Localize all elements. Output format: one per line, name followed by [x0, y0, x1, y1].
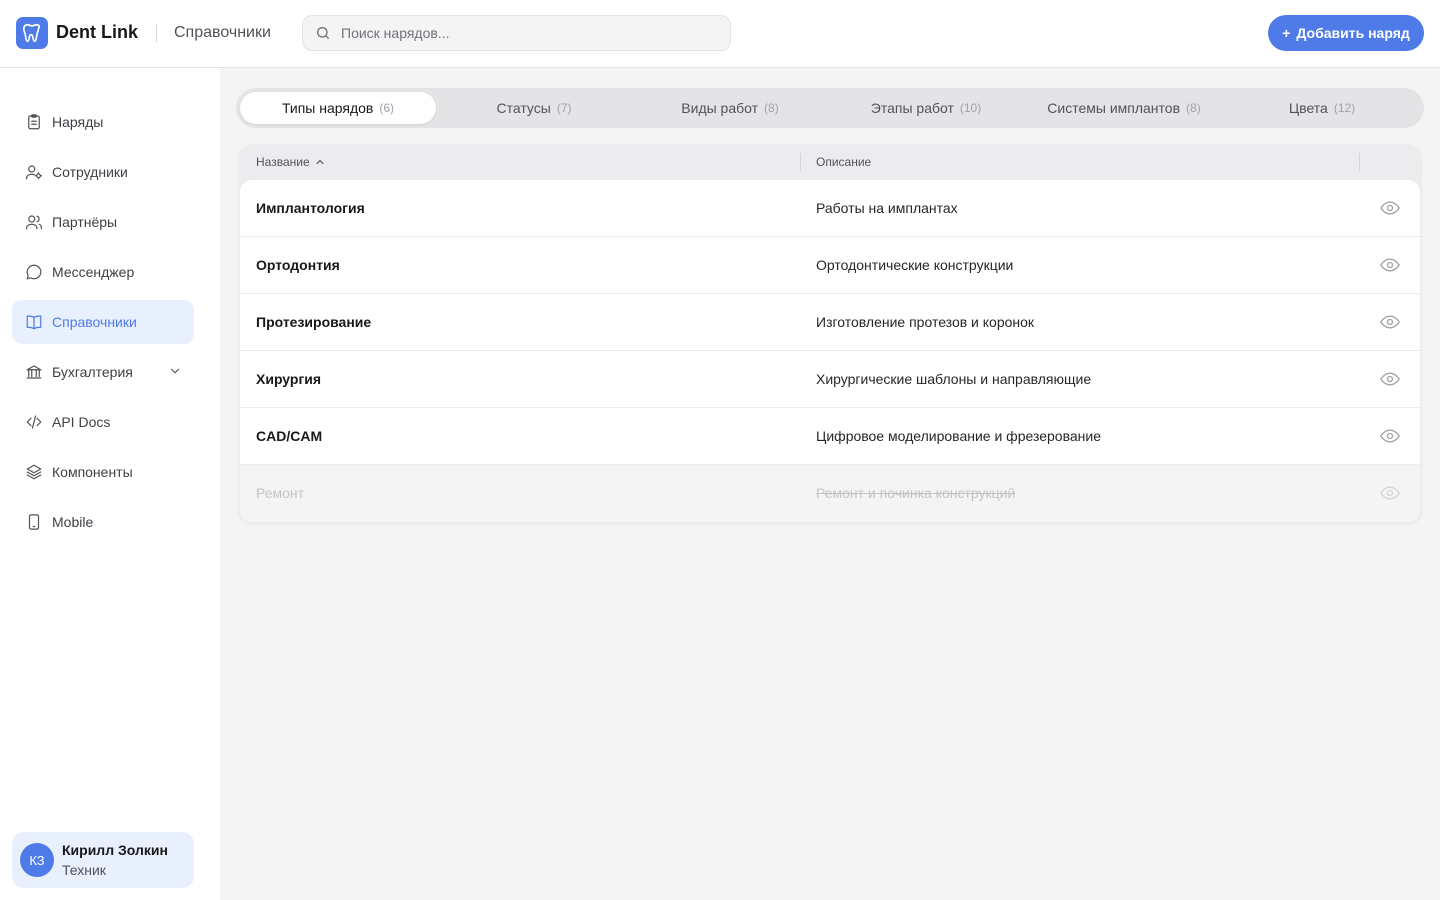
user-gear-icon	[24, 162, 44, 182]
tab-count: (8)	[1186, 101, 1201, 115]
header-divider	[156, 24, 157, 42]
sidebar-item-label: Сотрудники	[52, 164, 128, 180]
tab-statuses[interactable]: Статусы (7)	[436, 92, 632, 124]
sidebar-item-label: Наряды	[52, 114, 104, 130]
add-order-button[interactable]: + Добавить наряд	[1268, 15, 1424, 51]
tab-label: Этапы работ	[870, 100, 954, 116]
table-row[interactable]: Имплантология Работы на имплантах	[240, 180, 1420, 237]
user-card[interactable]: КЗ Кирилл Золкин Техник	[12, 832, 194, 888]
tab-label: Цвета	[1288, 100, 1328, 116]
sidebar-item-label: API Docs	[52, 414, 111, 430]
code-icon	[24, 412, 44, 432]
row-description: Работы на имплантах	[816, 200, 958, 216]
column-header-name[interactable]: Название	[256, 155, 326, 169]
tab-colors[interactable]: Цвета (12)	[1224, 92, 1420, 124]
sidebar-item-label: Mobile	[52, 514, 94, 530]
table-row-disabled[interactable]: Ремонт Ремонт и починка конструкций	[240, 465, 1420, 522]
table-header: Название Описание	[238, 144, 1422, 180]
tab-count: (8)	[764, 101, 779, 115]
table-row[interactable]: Хирургия Хирургические шаблоны и направл…	[240, 351, 1420, 408]
tab-label: Типы нарядов	[281, 100, 374, 116]
avatar: КЗ	[20, 843, 54, 877]
phone-icon	[24, 512, 44, 532]
sidebar-item-employees[interactable]: Сотрудники	[12, 150, 194, 194]
tab-order-types[interactable]: Типы нарядов (6)	[240, 92, 436, 124]
sidebar-item-label: Партнёры	[52, 214, 118, 230]
row-description: Цифровое моделирование и фрезерование	[816, 428, 1101, 444]
clipboard-icon	[24, 112, 44, 132]
row-description: Ремонт и починка конструкций	[816, 485, 1016, 501]
sidebar: Наряды Сотрудники Партнёры Мессенджер Сп…	[0, 68, 220, 900]
sidebar-item-components[interactable]: Компоненты	[12, 450, 194, 494]
tab-count: (7)	[556, 101, 572, 115]
eye-icon[interactable]	[1380, 371, 1400, 387]
row-name: Протезирование	[256, 314, 372, 330]
sidebar-item-references[interactable]: Справочники	[12, 300, 194, 344]
search-box[interactable]	[302, 15, 731, 51]
eye-icon[interactable]	[1380, 485, 1400, 501]
tab-work-types[interactable]: Виды работ (8)	[632, 92, 828, 124]
layers-icon	[24, 462, 44, 482]
row-name: CAD/CAM	[256, 428, 323, 444]
row-name: Хирургия	[256, 371, 322, 387]
search-icon	[317, 27, 329, 39]
column-header-description[interactable]: Описание	[816, 155, 871, 169]
tab-label: Виды работ	[681, 100, 759, 116]
chat-icon	[24, 262, 44, 282]
column-label: Название	[256, 155, 310, 169]
bank-icon	[24, 362, 44, 382]
row-description: Ортодонтические конструкции	[816, 257, 1014, 273]
sidebar-item-label: Справочники	[52, 314, 137, 330]
tab-implant-systems[interactable]: Системы имплантов (8)	[1024, 92, 1224, 124]
table-row[interactable]: Ортодонтия Ортодонтические конструкции	[240, 237, 1420, 294]
row-description: Изготовление протезов и коронок	[816, 314, 1035, 330]
row-name: Ремонт	[256, 485, 305, 501]
add-order-label: Добавить наряд	[1296, 25, 1410, 41]
tab-count: (6)	[379, 101, 395, 115]
row-description: Хирургические шаблоны и направляющие	[816, 371, 1092, 387]
book-icon	[24, 312, 44, 332]
sidebar-item-label: Бухгалтерия	[52, 364, 133, 380]
tab-label: Системы имплантов	[1047, 100, 1181, 116]
sidebar-item-api-docs[interactable]: API Docs	[12, 400, 194, 444]
row-name: Ортодонтия	[256, 257, 340, 273]
table-row[interactable]: CAD/CAM Цифровое моделирование и фрезеро…	[240, 408, 1420, 465]
tooth-logo-icon[interactable]	[16, 17, 48, 49]
eye-icon[interactable]	[1380, 257, 1400, 273]
sidebar-item-mobile[interactable]: Mobile	[12, 500, 194, 544]
sidebar-item-partners[interactable]: Партнёры	[12, 200, 194, 244]
users-icon	[24, 212, 44, 232]
table-body: Имплантология Работы на имплантах Ортодо…	[240, 180, 1420, 522]
sidebar-item-orders[interactable]: Наряды	[12, 100, 194, 144]
order-types-table: Название Описание Имплантология Работы н…	[238, 144, 1422, 524]
sidebar-item-accounting[interactable]: Бухгалтерия	[12, 350, 194, 394]
user-name: Кирилл Золкин	[62, 842, 168, 858]
section-title: Справочники	[174, 24, 271, 41]
sidebar-item-label: Мессенджер	[52, 264, 135, 280]
plus-icon: +	[1282, 25, 1291, 41]
sidebar-item-label: Компоненты	[52, 464, 133, 480]
sort-asc-icon	[316, 159, 324, 165]
tab-count: (12)	[1333, 101, 1356, 115]
column-label: Описание	[816, 155, 872, 169]
column-divider	[1359, 153, 1360, 171]
tab-work-stages[interactable]: Этапы работ (10)	[828, 92, 1024, 124]
search-input[interactable]	[341, 25, 721, 41]
user-role: Техник	[62, 862, 106, 878]
row-name: Имплантология	[256, 200, 365, 216]
eye-icon[interactable]	[1380, 200, 1400, 216]
sidebar-item-messenger[interactable]: Мессенджер	[12, 250, 194, 294]
reference-tabs: Типы нарядов (6) Статусы (7) Виды работ …	[236, 88, 1424, 128]
eye-icon[interactable]	[1380, 428, 1400, 444]
chevron-down-icon[interactable]	[168, 364, 182, 381]
tab-label: Статусы	[496, 100, 551, 116]
column-divider	[800, 153, 801, 171]
eye-icon[interactable]	[1380, 314, 1400, 330]
table-row[interactable]: Протезирование Изготовление протезов и к…	[240, 294, 1420, 351]
app-name: Dent Link	[56, 22, 139, 42]
tab-count: (10)	[959, 101, 982, 115]
top-header: Dent Link Справочники + Добавить наряд	[0, 0, 1440, 68]
